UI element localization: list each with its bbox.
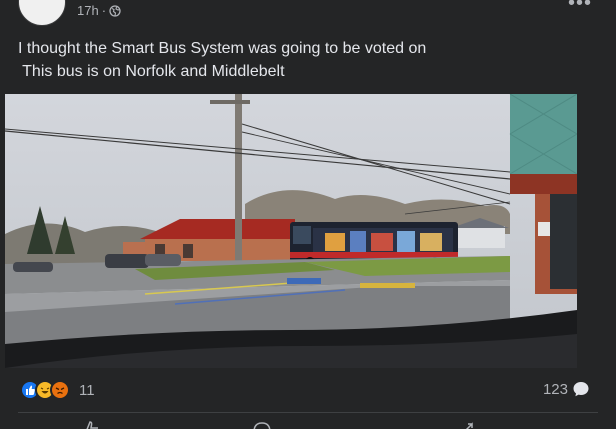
- action-bar-divider: [18, 412, 598, 413]
- post-text-line-2: This bus is on Norfolk and Middlebelt: [18, 63, 285, 80]
- globe-icon: [109, 4, 121, 17]
- comment-count: 123: [542, 380, 568, 398]
- more-options-icon[interactable]: •••: [568, 0, 592, 15]
- comments-summary[interactable]: 123: [543, 380, 590, 398]
- comment-icon: [573, 382, 589, 397]
- post-meta: 17h ·: [77, 3, 121, 18]
- bus-street-photo: [5, 94, 577, 368]
- post-photo[interactable]: [5, 94, 577, 368]
- post-text: I thought the Smart Bus System was going…: [18, 37, 426, 83]
- post-header: 17h · •••: [0, 0, 616, 30]
- angry-icon: [50, 380, 70, 400]
- avatar[interactable]: [18, 0, 66, 26]
- comment-action-icon[interactable]: [252, 420, 272, 429]
- share-action-icon[interactable]: [460, 420, 480, 429]
- post-timestamp[interactable]: 17h: [77, 3, 99, 18]
- like-action-icon[interactable]: [82, 420, 102, 429]
- meta-separator: ·: [101, 3, 107, 18]
- post-text-line-1: I thought the Smart Bus System was going…: [18, 40, 427, 57]
- reaction-count: 11: [79, 381, 95, 399]
- reactions-summary[interactable]: 11: [20, 379, 95, 401]
